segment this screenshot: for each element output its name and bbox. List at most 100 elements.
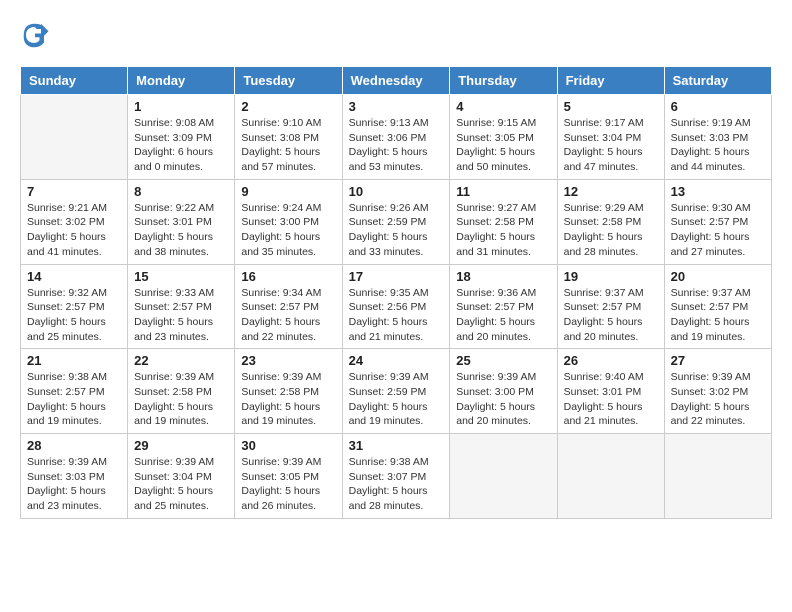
day-cell: 8 Sunrise: 9:22 AM Sunset: 3:01 PM Daylig…	[128, 179, 235, 264]
day-number: 18	[456, 269, 550, 284]
day-number: 8	[134, 184, 228, 199]
day-number: 16	[241, 269, 335, 284]
day-number: 19	[564, 269, 658, 284]
day-cell: 30 Sunrise: 9:39 AM Sunset: 3:05 PM Dayli…	[235, 434, 342, 519]
day-info: Sunrise: 9:35 AM Sunset: 2:56 PM Dayligh…	[349, 286, 444, 345]
day-number: 26	[564, 353, 658, 368]
day-number: 30	[241, 438, 335, 453]
day-info: Sunrise: 9:36 AM Sunset: 2:57 PM Dayligh…	[456, 286, 550, 345]
day-number: 7	[27, 184, 121, 199]
day-number: 17	[349, 269, 444, 284]
weekday-header-monday: Monday	[128, 67, 235, 95]
week-row-5: 28Sunrise: 9:39 AM Sunset: 3:03 PM Dayli…	[21, 434, 772, 519]
day-info: Sunrise: 9:37 AM Sunset: 2:57 PM Dayligh…	[671, 286, 765, 345]
day-number: 1	[134, 99, 228, 114]
day-cell: 19 Sunrise: 9:37 AM Sunset: 2:57 PM Dayli…	[557, 264, 664, 349]
day-info: Sunrise: 9:32 AM Sunset: 2:57 PM Dayligh…	[27, 286, 121, 345]
weekday-header-thursday: Thursday	[450, 67, 557, 95]
logo	[20, 20, 54, 50]
day-info: Sunrise: 9:21 AM Sunset: 3:02 PM Dayligh…	[27, 201, 121, 260]
day-info: Sunrise: 9:30 AM Sunset: 2:57 PM Dayligh…	[671, 201, 765, 260]
day-info: Sunrise: 9:24 AM Sunset: 3:00 PM Dayligh…	[241, 201, 335, 260]
day-number: 31	[349, 438, 444, 453]
weekday-header-row: SundayMondayTuesdayWednesdayThursdayFrid…	[21, 67, 772, 95]
day-info: Sunrise: 9:39 AM Sunset: 3:02 PM Dayligh…	[671, 370, 765, 429]
weekday-header-tuesday: Tuesday	[235, 67, 342, 95]
calendar: SundayMondayTuesdayWednesdayThursdayFrid…	[20, 66, 772, 519]
day-cell	[21, 95, 128, 180]
day-info: Sunrise: 9:13 AM Sunset: 3:06 PM Dayligh…	[349, 116, 444, 175]
day-info: Sunrise: 9:22 AM Sunset: 3:01 PM Dayligh…	[134, 201, 228, 260]
day-info: Sunrise: 9:39 AM Sunset: 2:59 PM Dayligh…	[349, 370, 444, 429]
day-info: Sunrise: 9:38 AM Sunset: 2:57 PM Dayligh…	[27, 370, 121, 429]
weekday-header-saturday: Saturday	[664, 67, 771, 95]
week-row-1: 1Sunrise: 9:08 AM Sunset: 3:09 PM Daylig…	[21, 95, 772, 180]
day-cell: 22Sunrise: 9:39 AM Sunset: 2:58 PM Dayli…	[128, 349, 235, 434]
day-cell: 7 Sunrise: 9:21 AM Sunset: 3:02 PM Daylig…	[21, 179, 128, 264]
day-info: Sunrise: 9:39 AM Sunset: 2:58 PM Dayligh…	[241, 370, 335, 429]
day-cell: 6 Sunrise: 9:19 AM Sunset: 3:03 PM Daylig…	[664, 95, 771, 180]
day-number: 5	[564, 99, 658, 114]
day-cell: 20Sunrise: 9:37 AM Sunset: 2:57 PM Dayli…	[664, 264, 771, 349]
weekday-header-sunday: Sunday	[21, 67, 128, 95]
day-number: 21	[27, 353, 121, 368]
day-info: Sunrise: 9:34 AM Sunset: 2:57 PM Dayligh…	[241, 286, 335, 345]
day-info: Sunrise: 9:15 AM Sunset: 3:05 PM Dayligh…	[456, 116, 550, 175]
day-cell: 26 Sunrise: 9:40 AM Sunset: 3:01 PM Dayli…	[557, 349, 664, 434]
day-info: Sunrise: 9:40 AM Sunset: 3:01 PM Dayligh…	[564, 370, 658, 429]
day-number: 6	[671, 99, 765, 114]
week-row-2: 7 Sunrise: 9:21 AM Sunset: 3:02 PM Daylig…	[21, 179, 772, 264]
day-info: Sunrise: 9:39 AM Sunset: 3:04 PM Dayligh…	[134, 455, 228, 514]
day-info: Sunrise: 9:29 AM Sunset: 2:58 PM Dayligh…	[564, 201, 658, 260]
day-cell: 5 Sunrise: 9:17 AM Sunset: 3:04 PM Daylig…	[557, 95, 664, 180]
day-info: Sunrise: 9:33 AM Sunset: 2:57 PM Dayligh…	[134, 286, 228, 345]
day-cell: 9 Sunrise: 9:24 AM Sunset: 3:00 PM Daylig…	[235, 179, 342, 264]
day-cell: 25 Sunrise: 9:39 AM Sunset: 3:00 PM Dayli…	[450, 349, 557, 434]
day-number: 27	[671, 353, 765, 368]
day-cell: 12 Sunrise: 9:29 AM Sunset: 2:58 PM Dayli…	[557, 179, 664, 264]
day-info: Sunrise: 9:38 AM Sunset: 3:07 PM Dayligh…	[349, 455, 444, 514]
week-row-4: 21 Sunrise: 9:38 AM Sunset: 2:57 PM Dayli…	[21, 349, 772, 434]
day-number: 23	[241, 353, 335, 368]
day-cell: 4Sunrise: 9:15 AM Sunset: 3:05 PM Daylig…	[450, 95, 557, 180]
day-info: Sunrise: 9:17 AM Sunset: 3:04 PM Dayligh…	[564, 116, 658, 175]
day-number: 29	[134, 438, 228, 453]
day-info: Sunrise: 9:10 AM Sunset: 3:08 PM Dayligh…	[241, 116, 335, 175]
day-number: 25	[456, 353, 550, 368]
day-info: Sunrise: 9:27 AM Sunset: 2:58 PM Dayligh…	[456, 201, 550, 260]
day-number: 28	[27, 438, 121, 453]
day-cell: 31 Sunrise: 9:38 AM Sunset: 3:07 PM Dayli…	[342, 434, 450, 519]
day-cell: 1Sunrise: 9:08 AM Sunset: 3:09 PM Daylig…	[128, 95, 235, 180]
day-number: 13	[671, 184, 765, 199]
day-number: 12	[564, 184, 658, 199]
day-cell: 28Sunrise: 9:39 AM Sunset: 3:03 PM Dayli…	[21, 434, 128, 519]
day-cell: 2Sunrise: 9:10 AM Sunset: 3:08 PM Daylig…	[235, 95, 342, 180]
week-row-3: 14 Sunrise: 9:32 AM Sunset: 2:57 PM Dayli…	[21, 264, 772, 349]
weekday-header-wednesday: Wednesday	[342, 67, 450, 95]
day-number: 9	[241, 184, 335, 199]
day-cell: 24 Sunrise: 9:39 AM Sunset: 2:59 PM Dayli…	[342, 349, 450, 434]
logo-icon	[20, 20, 50, 50]
day-info: Sunrise: 9:26 AM Sunset: 2:59 PM Dayligh…	[349, 201, 444, 260]
day-number: 15	[134, 269, 228, 284]
day-cell: 23 Sunrise: 9:39 AM Sunset: 2:58 PM Dayli…	[235, 349, 342, 434]
day-cell: 29 Sunrise: 9:39 AM Sunset: 3:04 PM Dayli…	[128, 434, 235, 519]
day-info: Sunrise: 9:39 AM Sunset: 2:58 PM Dayligh…	[134, 370, 228, 429]
day-info: Sunrise: 9:19 AM Sunset: 3:03 PM Dayligh…	[671, 116, 765, 175]
day-number: 24	[349, 353, 444, 368]
day-cell: 21 Sunrise: 9:38 AM Sunset: 2:57 PM Dayli…	[21, 349, 128, 434]
day-number: 14	[27, 269, 121, 284]
day-info: Sunrise: 9:37 AM Sunset: 2:57 PM Dayligh…	[564, 286, 658, 345]
day-number: 3	[349, 99, 444, 114]
day-cell: 11Sunrise: 9:27 AM Sunset: 2:58 PM Dayli…	[450, 179, 557, 264]
day-info: Sunrise: 9:39 AM Sunset: 3:05 PM Dayligh…	[241, 455, 335, 514]
day-cell	[664, 434, 771, 519]
day-number: 10	[349, 184, 444, 199]
day-cell: 3 Sunrise: 9:13 AM Sunset: 3:06 PM Daylig…	[342, 95, 450, 180]
day-cell	[450, 434, 557, 519]
day-cell: 15 Sunrise: 9:33 AM Sunset: 2:57 PM Dayli…	[128, 264, 235, 349]
day-cell: 16 Sunrise: 9:34 AM Sunset: 2:57 PM Dayli…	[235, 264, 342, 349]
day-info: Sunrise: 9:39 AM Sunset: 3:00 PM Dayligh…	[456, 370, 550, 429]
day-cell: 27 Sunrise: 9:39 AM Sunset: 3:02 PM Dayli…	[664, 349, 771, 434]
day-cell: 17 Sunrise: 9:35 AM Sunset: 2:56 PM Dayli…	[342, 264, 450, 349]
